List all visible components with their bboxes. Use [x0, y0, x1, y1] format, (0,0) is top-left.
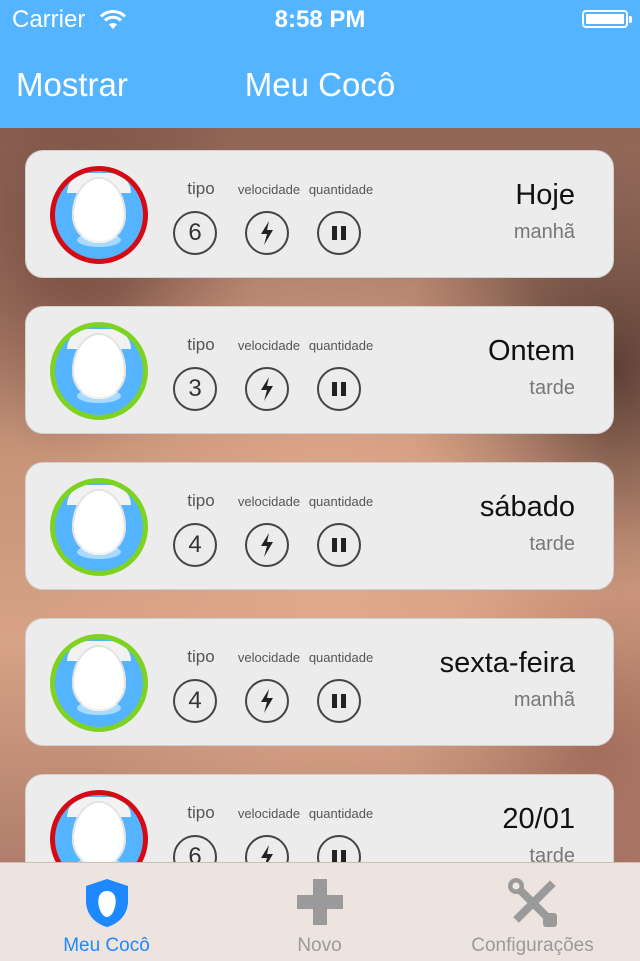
tipo-label: tipo [187, 803, 215, 822]
entry-card[interactable]: tipo velocidade quantidade 4 sexta-feira… [25, 618, 614, 746]
lightning-icon[interactable] [245, 679, 289, 723]
toilet-icon [50, 322, 148, 420]
toilet-icon [50, 634, 148, 732]
pause-icon[interactable] [317, 835, 361, 862]
tipo-label: tipo [187, 179, 215, 198]
quantidade-label: quantidade [308, 650, 374, 665]
quantidade-label: quantidade [308, 338, 374, 353]
plus-icon [296, 879, 343, 925]
tab-meu-coco[interactable]: Meu Cocô [0, 863, 213, 961]
tab-configuracoes[interactable]: Configurações [426, 863, 639, 961]
entry-period: tarde [529, 845, 575, 862]
navigation-bar: Mostrar Meu Cocô [0, 40, 640, 128]
entry-day: sexta-feira [439, 647, 575, 679]
lightning-icon[interactable] [245, 523, 289, 567]
toilet-icon [50, 478, 148, 576]
quantidade-label: quantidade [308, 494, 374, 509]
tipo-label: tipo [187, 335, 215, 354]
entries-list[interactable]: tipo velocidade quantidade 6 Hoje manhã … [0, 128, 640, 862]
entry-card[interactable]: tipo velocidade quantidade 6 20/01 tarde [25, 774, 614, 862]
tipo-value[interactable]: 4 [173, 523, 217, 567]
tab-label: Novo [297, 935, 342, 956]
entry-day: sábado [479, 491, 575, 523]
entry-period: tarde [529, 377, 575, 399]
tools-icon [507, 878, 557, 927]
tipo-label: tipo [187, 647, 215, 666]
battery-icon [582, 10, 632, 28]
quantidade-label: quantidade [308, 806, 374, 821]
shield-icon [85, 879, 128, 927]
tipo-value[interactable]: 6 [173, 835, 217, 862]
pause-icon[interactable] [317, 211, 361, 255]
velocidade-label: velocidade [237, 494, 301, 509]
page-title: Meu Cocô [244, 66, 396, 103]
entry-day: Ontem [487, 335, 575, 367]
tab-label: Meu Cocô [63, 935, 150, 956]
entry-card[interactable]: tipo velocidade quantidade 3 Ontem tarde [25, 306, 614, 434]
lightning-icon[interactable] [245, 211, 289, 255]
lightning-icon[interactable] [245, 835, 289, 862]
tipo-value[interactable]: 3 [173, 367, 217, 411]
velocidade-label: velocidade [237, 806, 301, 821]
tipo-value[interactable]: 6 [173, 211, 217, 255]
tab-label: Configurações [471, 935, 594, 956]
pause-icon[interactable] [317, 679, 361, 723]
toilet-icon [50, 166, 148, 264]
entry-day: 20/01 [502, 803, 575, 835]
status-bar: Carrier 8:58 PM [0, 0, 640, 40]
entry-period: manhã [513, 221, 575, 243]
tab-bar: Meu Cocô Novo Configurações [0, 862, 640, 961]
tab-novo[interactable]: Novo [213, 863, 426, 961]
entry-day: Hoje [515, 179, 575, 211]
pause-icon[interactable] [317, 523, 361, 567]
quantidade-label: quantidade [308, 182, 374, 197]
entry-period: tarde [529, 533, 575, 555]
entry-card[interactable]: tipo velocidade quantidade 6 Hoje manhã [25, 150, 614, 278]
entry-period: manhã [513, 689, 575, 711]
tipo-label: tipo [187, 491, 215, 510]
velocidade-label: velocidade [237, 182, 301, 197]
lightning-icon[interactable] [245, 367, 289, 411]
tipo-value[interactable]: 4 [173, 679, 217, 723]
pause-icon[interactable] [317, 367, 361, 411]
velocidade-label: velocidade [237, 650, 301, 665]
clock: 8:58 PM [274, 6, 366, 33]
entry-card[interactable]: tipo velocidade quantidade 4 sábado tard… [25, 462, 614, 590]
velocidade-label: velocidade [237, 338, 301, 353]
toilet-icon [50, 790, 148, 862]
